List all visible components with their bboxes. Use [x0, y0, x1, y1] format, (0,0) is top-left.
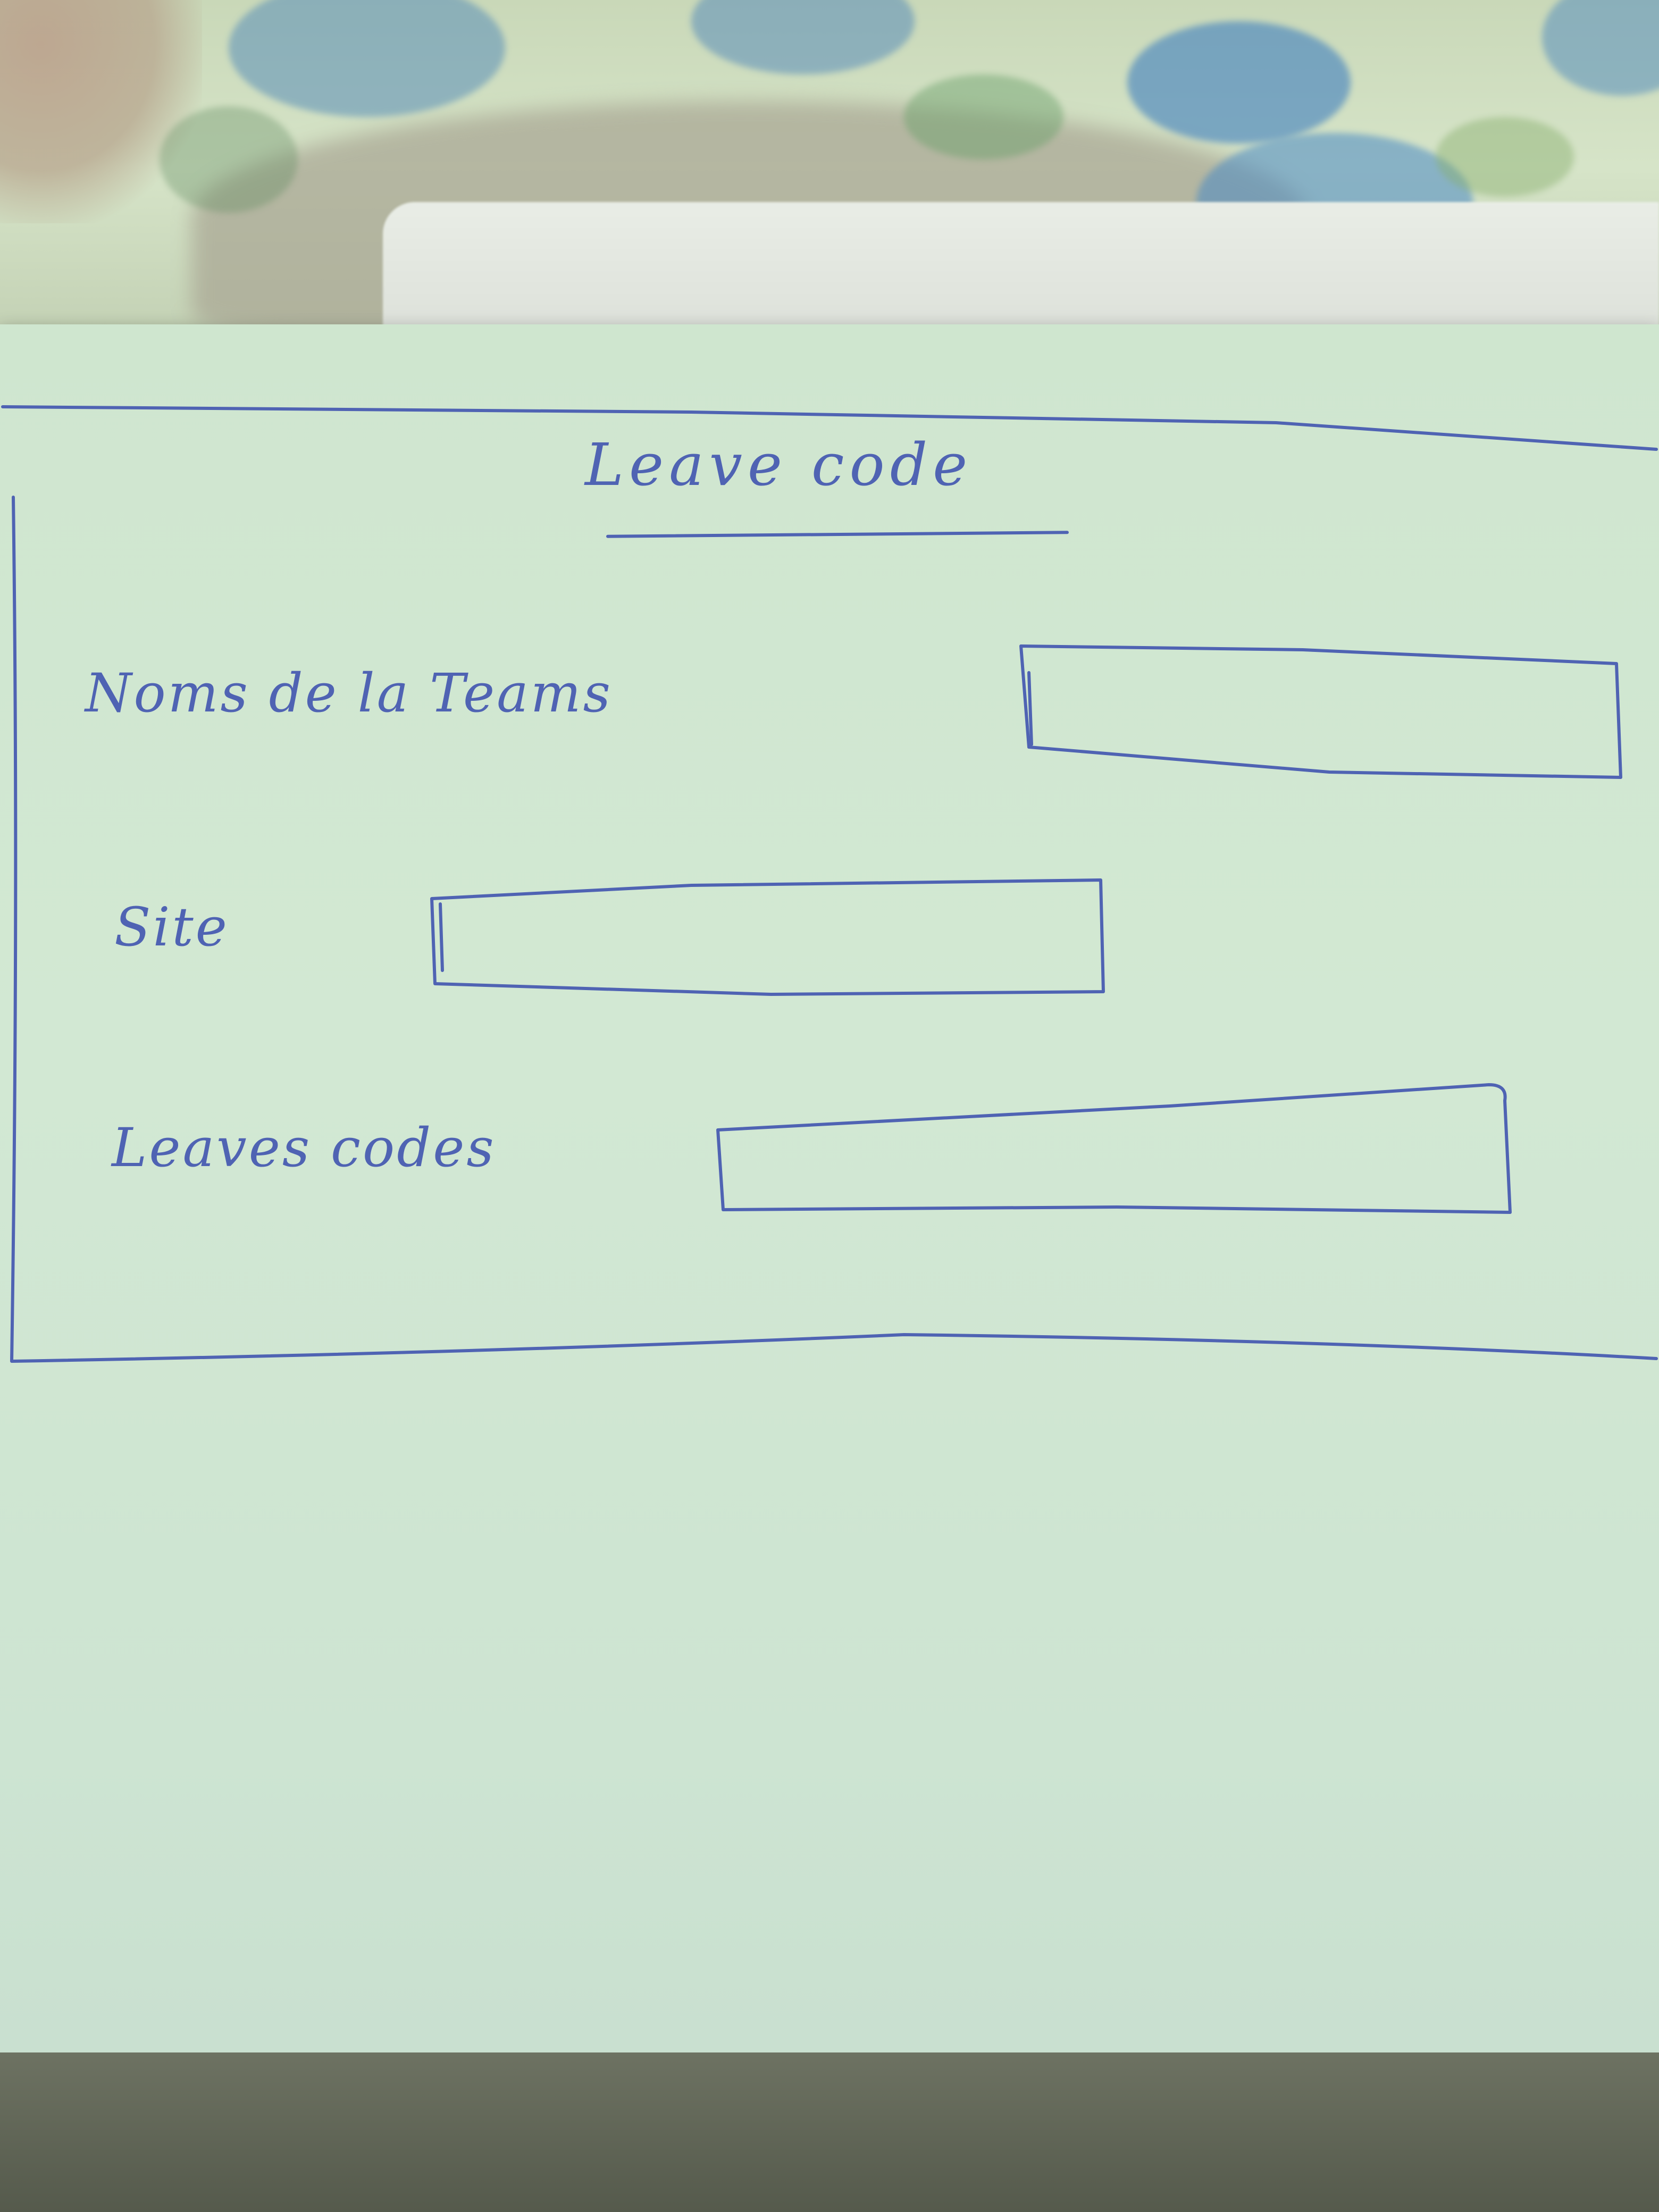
- leave-codes-input[interactable]: [718, 1098, 1505, 1212]
- site-input[interactable]: [433, 880, 1101, 992]
- photo-scene: Leave code Noms de la Teams Site Leaves …: [0, 0, 1659, 2212]
- team-name-label: Noms de la Teams: [85, 662, 613, 724]
- site-label: Site: [114, 896, 229, 958]
- team-name-input[interactable]: [1029, 649, 1619, 771]
- form-title: Leave code: [585, 431, 973, 499]
- fabric-leaf: [160, 106, 298, 213]
- fabric-flower: [1127, 21, 1351, 144]
- leave-codes-label: Leaves codes: [112, 1117, 496, 1179]
- fabric-leaf: [1436, 117, 1574, 197]
- paper-sheet: [0, 324, 1659, 2111]
- background-surface: [0, 2052, 1659, 2212]
- fabric-leaf: [904, 74, 1063, 160]
- fabric-flower: [1542, 0, 1659, 96]
- fabric-flower: [229, 0, 505, 117]
- fabric-flower: [691, 0, 915, 74]
